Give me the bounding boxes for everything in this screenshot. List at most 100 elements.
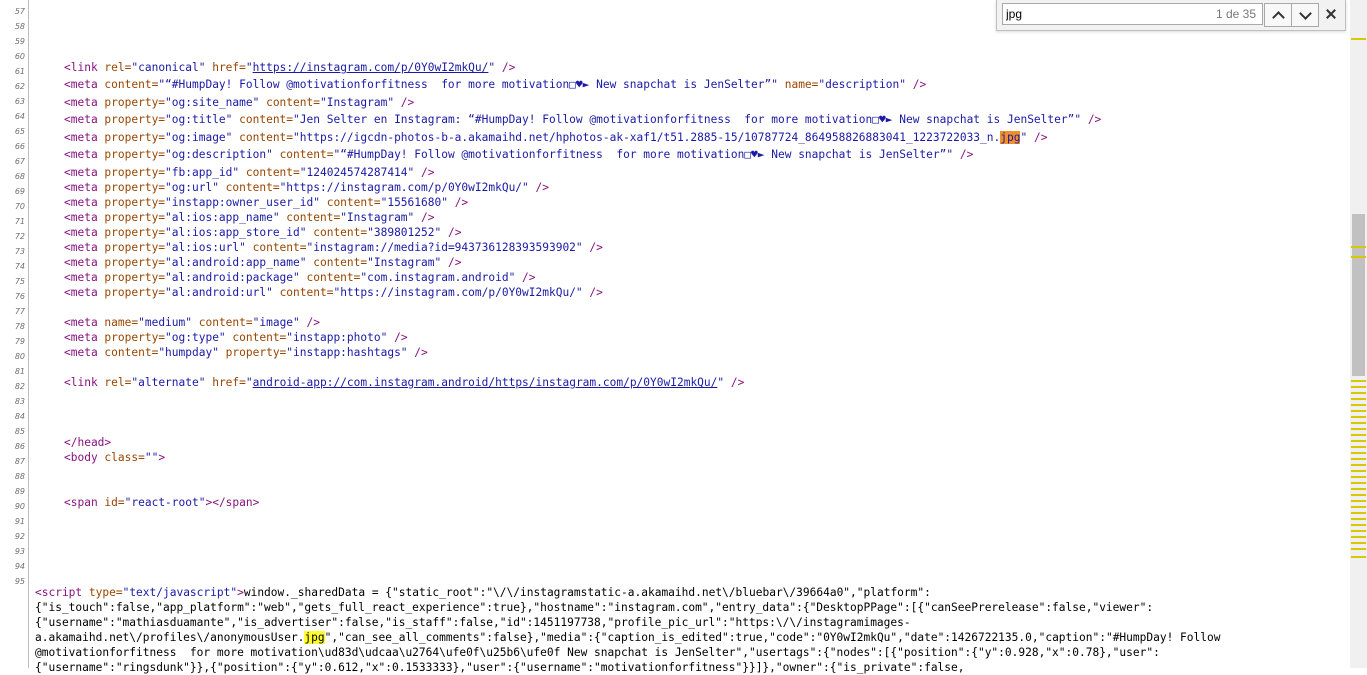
attr-quote: ": [245, 61, 253, 74]
attr-value: "al:ios:app_store_id": [165, 226, 307, 239]
find-previous-button[interactable]: [1264, 3, 1292, 27]
attr-value: "Jen Selter en Instagram: “#HumpDay! Fol…: [293, 113, 1082, 126]
search-match-marker: [1351, 464, 1366, 466]
search-match-marker: [1351, 428, 1366, 430]
attr-name: property=: [104, 148, 166, 161]
tag-close: ></span>: [205, 496, 260, 509]
tag-close: />: [407, 346, 428, 359]
code-line-68: <meta property="og:url" content="https:/…: [64, 181, 549, 195]
tag-open: </head>: [64, 436, 112, 449]
attr-value: "og:title": [165, 113, 233, 126]
attr-name: content=: [319, 196, 381, 209]
find-close-button[interactable]: [1321, 3, 1341, 25]
search-match-marker: [1351, 482, 1366, 484]
attr-value: "Instagram": [340, 211, 415, 224]
tag-open: <meta: [64, 196, 105, 209]
attr-name: content=: [232, 131, 294, 144]
script-text-line: {"username":"mathiasduamante","is_advert…: [35, 616, 911, 630]
search-match: jpg: [304, 631, 325, 644]
tag-open: <meta: [64, 271, 105, 284]
attr-value: "medium": [138, 316, 192, 329]
attr-name: property=: [218, 346, 287, 359]
search-match-marker: [1351, 500, 1366, 502]
attr-value: "og:image": [165, 131, 233, 144]
attr-value: "al:ios:url": [165, 241, 246, 254]
tag-open: <meta: [64, 181, 105, 194]
tag-open: <meta: [64, 226, 105, 239]
attr-name: content=: [259, 96, 320, 109]
find-next-button[interactable]: [1291, 3, 1319, 27]
tag-close: />: [414, 166, 435, 179]
code-line-62: <meta content="“#HumpDay! Follow @motiva…: [64, 78, 926, 92]
tag-open: <meta: [64, 316, 105, 329]
tag-close: />: [299, 316, 320, 329]
tag-open: <meta: [64, 286, 105, 299]
attr-value: "Instagram": [319, 96, 395, 109]
attr-name: rel=: [104, 376, 132, 389]
attr-value: "og:site_name": [165, 96, 260, 109]
line-number: 65: [14, 127, 25, 136]
search-match-marker: [1351, 524, 1366, 526]
tag-open: <body: [64, 451, 105, 464]
attr-name: type=: [88, 586, 123, 599]
line-number: 92: [14, 532, 25, 541]
find-match-count: 1 de 35: [1215, 7, 1256, 21]
source-link[interactable]: android-app://com.instagram.android/http…: [253, 376, 718, 389]
attr-value: "com.instagram.android": [360, 271, 516, 284]
search-match-marker: [1351, 470, 1366, 472]
attr-name: property=: [104, 211, 166, 224]
find-input[interactable]: [1006, 5, 1196, 23]
tag-open: <meta: [64, 331, 105, 344]
search-match-marker: [1351, 410, 1366, 412]
attr-name: property=: [104, 331, 166, 344]
script-text: {"username":"mathiasduamante","is_advert…: [35, 616, 911, 629]
line-number: 57: [14, 7, 25, 16]
line-number: 86: [14, 442, 25, 451]
code-line-81: <link rel="alternate" href="android-app:…: [64, 376, 744, 390]
source-link[interactable]: https://instagram.com/p/0Y0wI2mkQu/: [253, 61, 489, 74]
search-match-marker: [1351, 446, 1366, 448]
line-number: 64: [14, 112, 25, 121]
line-number: 61: [14, 67, 25, 76]
tag-close: />: [515, 271, 536, 284]
search-match-marker: [1351, 518, 1366, 520]
attr-value: "Instagram": [367, 256, 442, 269]
scrollbar-thumb[interactable]: [1352, 214, 1365, 376]
tag-open: <meta: [64, 166, 105, 179]
line-number: 82: [14, 382, 25, 391]
search-match-marker: [1351, 38, 1366, 40]
line-number: 69: [14, 187, 25, 196]
attr-name: content=: [306, 226, 368, 239]
line-number: 90: [14, 502, 25, 511]
attr-name: content=: [104, 78, 159, 91]
line-number: 77: [14, 307, 25, 316]
vertical-scrollbar[interactable]: [1350, 0, 1367, 668]
attr-name: name=: [104, 316, 139, 329]
find-field[interactable]: 1 de 35: [1002, 3, 1263, 25]
search-match-marker: [1351, 246, 1366, 248]
attr-name: property=: [104, 226, 166, 239]
attr-value: "“#HumpDay! Follow @motivationforfitness…: [158, 78, 778, 91]
tag-close: />: [1027, 131, 1048, 144]
attr-name: content=: [245, 241, 307, 254]
search-match-marker: [1351, 488, 1366, 490]
tag-close: />: [394, 96, 415, 109]
line-number: 71: [14, 217, 25, 226]
line-number-gutter: 57 58 59 60 61 62 63 64 65 66 67 68 69 70 71 72 73 74 75 76…: [0, 0, 29, 668]
attr-value: "instagram://media?id=943736128393593902…: [306, 241, 583, 254]
tag-close: />: [724, 376, 745, 389]
attr-name: property=: [104, 181, 166, 194]
attr-value: "og:type": [165, 331, 226, 344]
line-number: 94: [14, 562, 25, 571]
attr-value: "“#HumpDay! Follow @motivationforfitness…: [333, 148, 954, 161]
search-match-marker: [1351, 386, 1366, 388]
attr-value: "description": [818, 78, 906, 91]
tag-close: />: [905, 78, 927, 91]
attr-name: property=: [104, 166, 166, 179]
line-number: 60: [14, 52, 25, 61]
tag-open: <meta: [64, 211, 105, 224]
tag-close: />: [528, 181, 549, 194]
line-number: 73: [14, 247, 25, 256]
script-text: @motivationforfitness for more motivatio…: [35, 646, 1160, 659]
code-line-75: <meta property="al:android:url" content=…: [64, 286, 603, 300]
